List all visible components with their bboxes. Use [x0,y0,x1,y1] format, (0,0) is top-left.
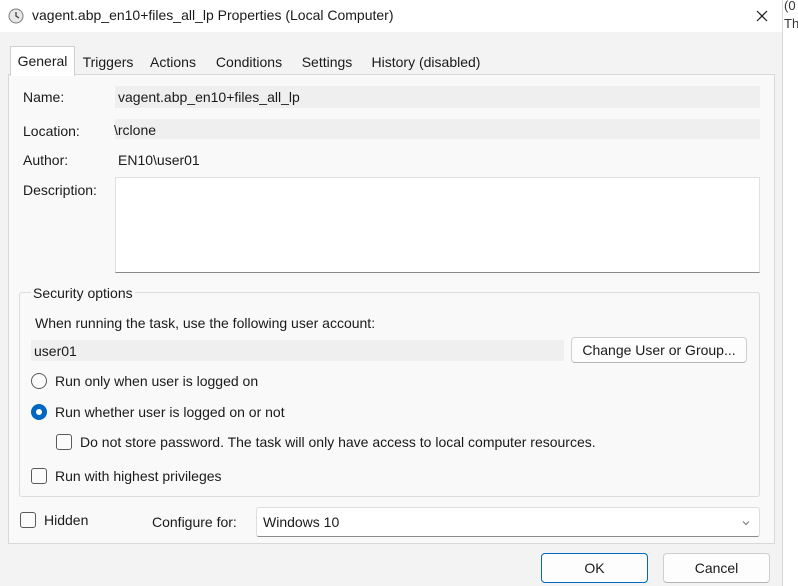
tab-settings[interactable]: Settings [294,48,360,74]
hidden-label[interactable]: Hidden [44,512,88,528]
tab-conditions[interactable]: Conditions [206,48,292,74]
run-only-logged-on-label[interactable]: Run only when user is logged on [55,373,258,389]
run-whether-logged-on-radio[interactable] [31,404,47,420]
tab-history[interactable]: History (disabled) [362,48,490,74]
do-not-store-password-checkbox[interactable] [56,434,72,450]
highest-privileges-label[interactable]: Run with highest privileges [55,468,222,484]
chevron-down-icon [742,521,750,526]
name-label: Name: [23,89,65,105]
run-whether-logged-on-label[interactable]: Run whether user is logged on or not [55,404,285,420]
tab-triggers[interactable]: Triggers [76,48,140,74]
location-label: Location: [23,123,80,139]
window-title: vagent.abp_en10+files_all_lp Properties … [32,7,394,23]
description-label: Description: [23,182,97,198]
author-label: Author: [23,152,69,168]
account-prompt: When running the task, use the following… [35,315,376,331]
user-account-value: user01 [34,343,77,359]
clock-icon [8,8,24,24]
configure-for-value: Windows 10 [263,514,340,530]
do-not-store-password-label[interactable]: Do not store password. The task will onl… [80,434,596,450]
background-window [782,0,798,586]
author-value: EN10\user01 [118,152,200,168]
change-user-or-group-button[interactable]: Change User or Group... [571,337,747,363]
user-account-field [31,340,564,361]
security-options-legend: Security options [31,285,135,301]
tab-general[interactable]: General [10,46,75,76]
run-only-logged-on-radio[interactable] [31,373,47,389]
tab-actions[interactable]: Actions [142,48,204,74]
highest-privileges-checkbox[interactable] [31,468,47,484]
close-icon [756,10,768,22]
configure-for-select[interactable]: Windows 10 [256,507,760,537]
background-window-text: (0 [784,0,796,13]
ok-button[interactable]: OK [541,553,648,583]
description-input[interactable] [115,177,760,273]
background-window-text: Th [784,16,798,31]
name-value: vagent.abp_en10+files_all_lp [118,89,300,105]
hidden-checkbox[interactable] [20,512,36,528]
configure-for-label: Configure for: [152,514,237,530]
cancel-button[interactable]: Cancel [663,553,770,583]
location-value: \rclone [114,122,157,138]
close-button[interactable] [742,0,782,32]
location-field [115,119,760,139]
